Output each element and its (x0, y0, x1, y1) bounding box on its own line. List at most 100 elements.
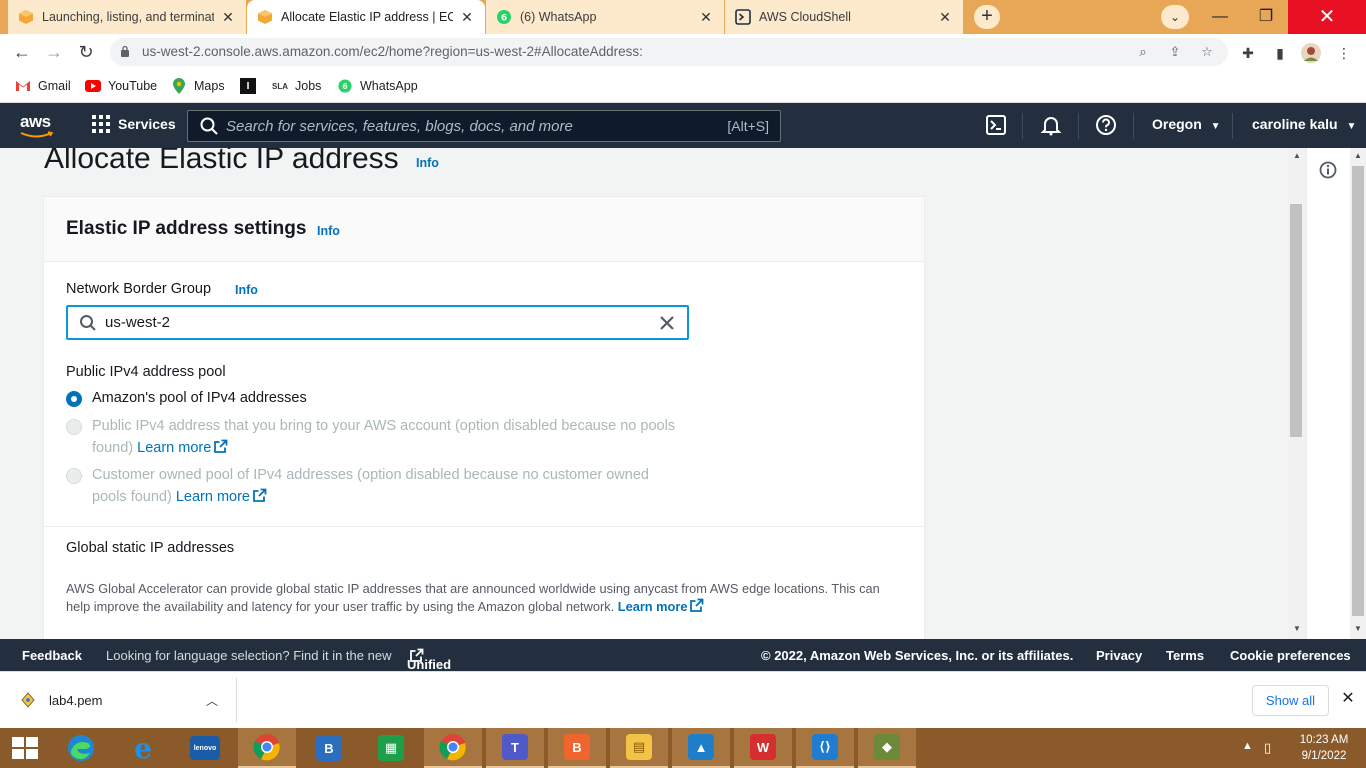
internet-explorer-icon[interactable]: e (114, 728, 172, 768)
panel-info-link[interactable]: Info (317, 224, 340, 238)
edge-icon[interactable] (52, 728, 110, 768)
bluejeans-icon[interactable]: B (300, 728, 358, 768)
learn-more-link[interactable]: Learn more (618, 599, 688, 614)
nav-divider (1232, 113, 1233, 139)
new-tab-button[interactable]: + (974, 5, 1000, 29)
bookmark-whatsapp[interactable]: 6 WhatsApp (337, 76, 418, 96)
radio-byoip-pool[interactable] (66, 419, 82, 435)
close-icon[interactable]: ✕ (698, 9, 714, 26)
global-static-ip-label: Global static IP addresses (66, 540, 235, 556)
info-circle-icon[interactable] (1319, 161, 1337, 179)
search-icon (200, 117, 218, 135)
terms-link[interactable]: Terms (1166, 648, 1204, 663)
zoom-icon[interactable]: ⌕ (1134, 43, 1152, 61)
help-panel-rail (1306, 148, 1350, 639)
maps-icon (171, 78, 187, 94)
teams-icon[interactable]: T (486, 728, 544, 768)
file-explorer-icon[interactable]: ▤ (610, 728, 668, 768)
feedback-link[interactable]: Feedback (22, 648, 82, 663)
learn-more-link[interactable]: Learn more (176, 489, 250, 505)
clock-time: 10:23 AM (1299, 734, 1349, 746)
learn-more-link[interactable]: Learn more (137, 440, 211, 456)
window-close-button[interactable]: ✕ (1288, 0, 1366, 34)
close-icon[interactable]: ✕ (220, 9, 236, 26)
page-scrollbar[interactable]: ▲ ▼ (1350, 148, 1366, 639)
scroll-down-icon[interactable]: ▼ (1353, 624, 1363, 633)
unified-settings-link[interactable]: Unified Settings (407, 648, 458, 687)
tab-search-button[interactable]: ⌄ (1161, 5, 1189, 29)
region-selector[interactable]: Oregon ▼ (1152, 116, 1221, 132)
radio-amazon-pool[interactable] (66, 391, 82, 407)
reload-icon[interactable]: ↻ (74, 40, 98, 64)
scroll-up-icon[interactable]: ▲ (1292, 151, 1302, 160)
back-icon[interactable]: ← (10, 40, 34, 64)
bookmark-gmail[interactable]: Gmail (15, 76, 71, 96)
network-border-group-info-link[interactable]: Info (235, 283, 258, 297)
profile-avatar[interactable] (1300, 42, 1322, 64)
page-title-info-link[interactable]: Info (416, 156, 439, 170)
show-all-button[interactable]: Show all (1252, 685, 1329, 716)
photos-icon[interactable]: ▲ (672, 728, 730, 768)
share-icon[interactable]: ⇪ (1166, 43, 1184, 61)
scroll-up-icon[interactable]: ▲ (1353, 151, 1363, 160)
store-icon[interactable]: ▦ (362, 728, 420, 768)
side-panel-icon[interactable]: ▮ (1269, 42, 1291, 64)
url-field[interactable]: us-west-2.console.aws.amazon.com/ec2/hom… (110, 38, 1228, 66)
aws-logo[interactable]: aws (20, 112, 56, 140)
jobs-icon: SLA (272, 81, 288, 91)
account-menu[interactable]: caroline kalu ▼ (1252, 116, 1356, 132)
panel-header: Elastic IP address settings Info (44, 197, 924, 262)
youtube-icon (85, 78, 101, 94)
system-clock[interactable]: 10:23 AM 9/1/2022 (1294, 732, 1354, 764)
chrome-profile-icon[interactable] (424, 728, 482, 768)
network-border-group-value: us-west-2 (105, 314, 171, 331)
help-icon[interactable] (1095, 114, 1117, 136)
tablet-mode-icon[interactable]: ▯ (1264, 740, 1271, 756)
clear-icon[interactable] (657, 313, 677, 333)
content-scrollbar[interactable]: ▲ ▼ (1288, 148, 1306, 639)
chrome-icon[interactable] (238, 728, 296, 768)
browser-tab-ec2-launching[interactable]: Launching, listing, and terminatin ✕ (8, 0, 246, 34)
tray-overflow-icon[interactable]: ▲ (1242, 740, 1253, 752)
close-icon[interactable]: ✕ (937, 9, 953, 26)
services-menu-button[interactable]: Services (92, 115, 176, 133)
scrollbar-thumb[interactable] (1290, 204, 1302, 437)
browser-tab-allocate-eip[interactable]: Allocate Elastic IP address | EC2 M ✕ (247, 0, 485, 34)
network-border-group-input[interactable]: us-west-2 (66, 305, 689, 340)
extensions-icon[interactable]: ✚ (1237, 42, 1259, 64)
downloads-divider (236, 678, 237, 722)
chevron-up-icon[interactable]: ︿ (206, 692, 218, 709)
cookie-preferences-link[interactable]: Cookie preferences (1230, 648, 1351, 663)
whatsapp-icon: 6 (496, 9, 512, 25)
close-icon[interactable]: ✕ (1338, 689, 1358, 709)
forward-icon[interactable]: → (42, 40, 66, 64)
close-icon[interactable]: ✕ (459, 9, 475, 26)
minimize-button[interactable]: — (1197, 0, 1243, 34)
scrollbar-thumb[interactable] (1352, 166, 1364, 616)
windows-start-icon[interactable] (0, 728, 50, 768)
browser-tab-whatsapp[interactable]: 6 (6) WhatsApp ✕ (486, 0, 724, 34)
bookmark-label: Jobs (295, 79, 322, 93)
lenovo-icon[interactable]: lenovo (176, 728, 234, 768)
nav-divider (1133, 113, 1134, 139)
bookmark-star-icon[interactable]: ☆ (1198, 43, 1216, 61)
radio-customer-owned-pool[interactable] (66, 468, 82, 484)
option-text: Amazon's pool of IPv4 addresses (92, 390, 307, 406)
chrome-menu-icon[interactable]: ⋮ (1333, 42, 1355, 64)
bookmark-i[interactable]: I (240, 76, 263, 96)
aws-search-input[interactable]: Search for services, features, blogs, do… (187, 110, 781, 142)
vscode-icon[interactable]: ⟨⟩ (796, 728, 854, 768)
restore-button[interactable]: ❐ (1243, 0, 1289, 34)
scroll-down-icon[interactable]: ▼ (1292, 624, 1302, 633)
privacy-link[interactable]: Privacy (1096, 648, 1142, 663)
bookmark-youtube[interactable]: YouTube (85, 76, 157, 96)
notifications-bell-icon[interactable] (1040, 114, 1062, 136)
bookmark-jobs[interactable]: SLA Jobs (272, 76, 321, 96)
browser-tab-cloudshell[interactable]: AWS CloudShell ✕ (725, 0, 963, 34)
bookmark-maps[interactable]: Maps (171, 76, 225, 96)
git-gui-icon[interactable]: ◆ (858, 728, 916, 768)
download-item[interactable]: lab4.pem ︿ (16, 686, 236, 716)
blackboard-icon[interactable]: B (548, 728, 606, 768)
wps-office-icon[interactable]: W (734, 728, 792, 768)
cloudshell-icon[interactable] (985, 114, 1007, 136)
